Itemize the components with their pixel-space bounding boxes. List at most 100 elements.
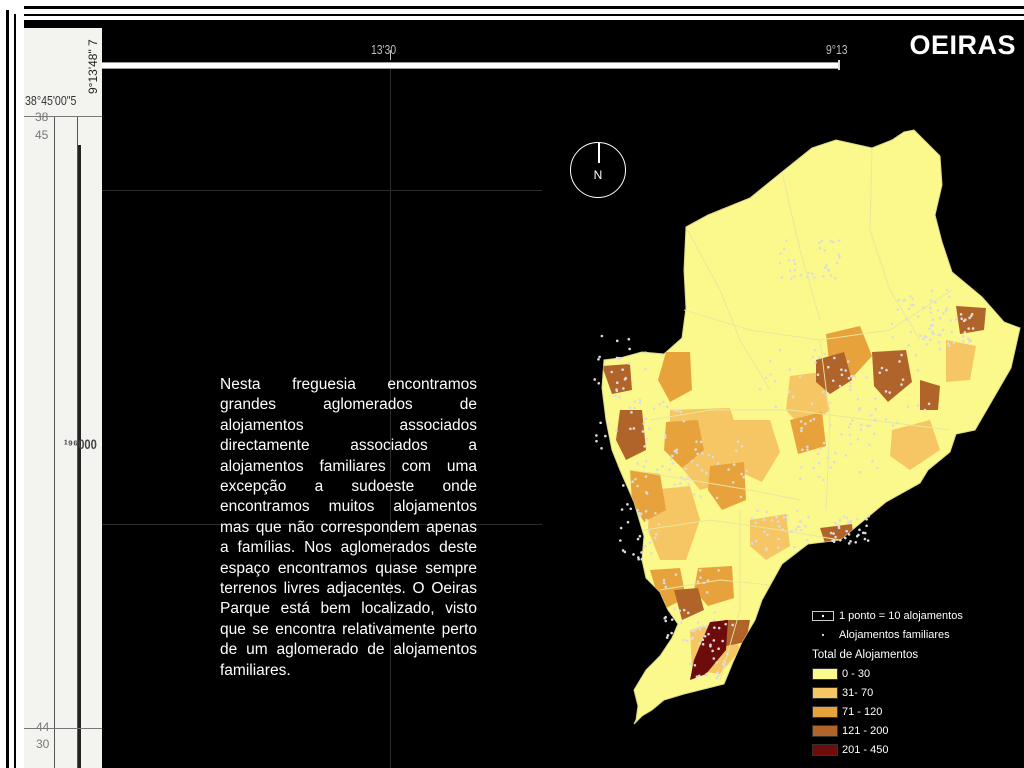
dwelling-dot (937, 340, 941, 344)
legend-swatch (812, 687, 838, 699)
dwelling-dot (845, 529, 848, 533)
dwelling-dot (695, 675, 699, 678)
dwelling-dot (796, 509, 799, 513)
dwelling-dot (827, 268, 830, 271)
dwelling-dot (696, 452, 699, 456)
dwelling-dot (781, 528, 784, 531)
dwelling-dot (682, 638, 686, 642)
legend-row-dot: Alojamentos familiares (812, 628, 950, 642)
dwelling-dot (663, 433, 667, 437)
dwelling-dot (849, 388, 853, 392)
dwelling-dot (812, 466, 815, 470)
dwelling-dot (633, 400, 637, 403)
dwelling-dot (829, 466, 832, 469)
dwelling-dot (800, 426, 803, 430)
dwelling-dot (945, 306, 949, 310)
dwelling-dot (595, 434, 598, 437)
dwelling-dot (698, 628, 702, 631)
dwelling-dot (844, 369, 847, 372)
dwelling-dot (628, 406, 632, 409)
legend-classes-title-row: Total de Alojamentos (812, 648, 918, 662)
dwelling-dot (674, 573, 678, 576)
dwelling-dot (968, 316, 971, 320)
dwelling-dot (950, 330, 954, 334)
latitude-label: 38 (35, 110, 49, 124)
dwelling-dot (875, 466, 879, 470)
dwelling-dot (788, 368, 792, 371)
dwelling-dot (961, 339, 965, 343)
graticule-ruler-top (102, 62, 840, 69)
dwelling-dot (925, 335, 928, 339)
dwelling-dot (822, 441, 826, 445)
dwelling-dot (804, 524, 807, 528)
dwelling-dot (631, 480, 634, 484)
latitude-label: 30 (36, 737, 50, 751)
dwelling-dot (838, 384, 842, 388)
dwelling-dot (840, 373, 844, 377)
dwelling-dot (652, 407, 656, 411)
dwelling-dot (624, 376, 628, 380)
dwelling-dot (750, 542, 754, 545)
dwelling-dot (835, 261, 839, 265)
dwelling-dot (813, 348, 817, 352)
dwelling-dot (829, 424, 832, 427)
dwelling-dot (784, 239, 788, 242)
dwelling-dot (619, 539, 622, 542)
dwelling-dot (644, 367, 647, 371)
dwelling-dot (865, 376, 868, 379)
dwelling-dot (640, 557, 644, 561)
dwelling-dot (745, 469, 749, 473)
dwelling-dot (799, 520, 802, 523)
dwelling-dot (859, 428, 863, 431)
dwelling-dot (816, 373, 820, 377)
dwelling-dot (619, 526, 623, 530)
dwelling-dot (792, 545, 796, 549)
dwelling-dot (695, 627, 698, 631)
dwelling-dot (637, 557, 640, 561)
dwelling-dot (671, 462, 675, 465)
dwelling-dot (890, 322, 894, 326)
dwelling-dot (891, 424, 895, 427)
dwelling-dot (829, 239, 833, 243)
dwelling-dot (701, 642, 705, 646)
dwelling-dot (812, 417, 816, 421)
dwelling-dot (765, 548, 768, 551)
longitude-label: 9°13 (826, 42, 848, 57)
longitude-label: 13'30 (371, 42, 397, 57)
dwelling-dot (679, 621, 683, 624)
dwelling-dot (798, 525, 801, 529)
dwelling-dot (664, 585, 668, 589)
point-symbol-icon (812, 611, 834, 621)
dwelling-dot (779, 252, 782, 255)
dwelling-dot (849, 422, 852, 426)
dwelling-dot (822, 478, 825, 482)
dwelling-dot (858, 470, 862, 474)
dwelling-dot (687, 483, 690, 486)
dwelling-dot (816, 452, 820, 456)
dwelling-dot (644, 351, 647, 354)
dwelling-dot (636, 484, 639, 488)
dwelling-dot (962, 319, 966, 323)
dwelling-dot (859, 423, 863, 427)
map-title: OEIRAS (909, 30, 1016, 60)
dwelling-dot (660, 465, 664, 468)
dwelling-dot (707, 632, 710, 636)
dwelling-dot (778, 525, 781, 528)
dwelling-dot (805, 538, 809, 542)
dwelling-dot (966, 337, 970, 340)
dwelling-dot (599, 421, 602, 425)
dwelling-dot (615, 429, 618, 432)
dwelling-dot (644, 545, 647, 548)
dwelling-dot (856, 437, 860, 441)
dwelling-dot (665, 636, 669, 639)
dwelling-dot (901, 378, 905, 381)
dwelling-dot (698, 642, 702, 645)
dwelling-dot (699, 576, 702, 579)
dwelling-dot (837, 526, 841, 530)
legend-point-label: 1 ponto = 10 alojamentos (839, 610, 963, 622)
dwelling-dot (645, 437, 649, 441)
dwelling-dot (871, 460, 874, 463)
dwelling-dot (834, 521, 837, 525)
dwelling-dot (840, 368, 843, 371)
dwelling-dot (847, 533, 851, 536)
